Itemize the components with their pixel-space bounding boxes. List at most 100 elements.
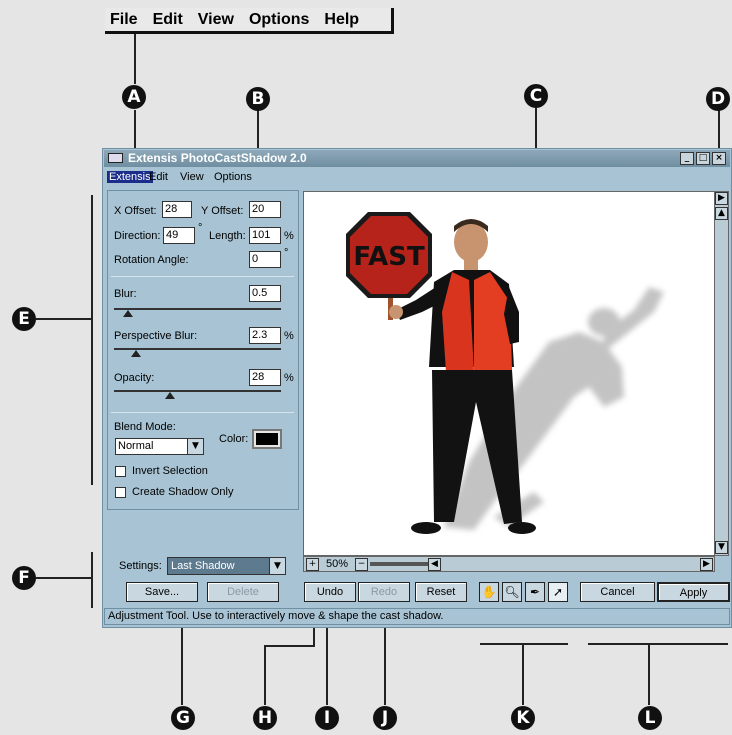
vertical-scrollbar[interactable]: ▶ ▲ ▼ [714,191,729,556]
menu-view[interactable]: View [198,11,234,29]
chevron-down-icon[interactable]: ▼ [187,438,204,455]
hand-icon[interactable]: ✋ [479,582,499,602]
invert-selection-checkbox[interactable] [115,466,126,477]
leader-line [264,645,314,647]
degree-unit: ° [198,222,203,234]
window-menubar: Extensis Edit View Options [104,170,730,187]
minimize-button[interactable]: _ [680,152,694,165]
blur-slider-track[interactable] [114,308,281,310]
leader-line [588,643,728,645]
leader-line [264,645,266,705]
degree-unit: ° [284,247,289,259]
x-offset-label: X Offset: [114,205,157,217]
callout-d: D [706,87,730,111]
scroll-right-icon[interactable]: ▶ [715,192,728,205]
opacity-field[interactable]: 28 [249,369,281,386]
adjust-arrow-icon[interactable]: ➚ [548,582,568,602]
scroll-down-icon[interactable]: ▼ [715,541,728,554]
menu-help[interactable]: Help [324,11,359,29]
percent-unit: % [284,372,294,384]
save-button[interactable]: Save... [126,582,198,602]
leader-line [36,577,92,579]
zoom-out-button[interactable]: − [355,558,368,571]
menu-view-app[interactable]: View [180,171,204,183]
eyedropper-icon[interactable]: ✒ [525,582,545,602]
zoom-level: 50% [326,558,349,570]
direction-label: Direction: [114,230,161,242]
callout-k: K [511,706,535,730]
blend-mode-select[interactable]: Normal [115,438,188,455]
percent-unit: % [284,330,294,342]
menu-options[interactable]: Options [249,11,309,29]
length-label: Length: [209,230,246,242]
undo-button[interactable]: Undo [304,582,356,602]
shadow-color-swatch[interactable] [252,429,282,449]
apply-button[interactable]: Apply [657,582,730,602]
delete-button[interactable]: Delete [207,582,279,602]
callout-e: E [12,307,36,331]
menu-file[interactable]: File [110,11,138,29]
menu-extensis[interactable]: Extensis [107,171,153,183]
callout-g: G [171,706,195,730]
callout-h: H [253,706,277,730]
callout-a: A [122,85,146,109]
status-bar: Adjustment Tool. Use to interactively mo… [104,608,730,625]
leader-line [91,552,93,608]
app-icon [108,153,123,163]
rotation-field[interactable]: 0 [249,251,281,268]
callout-c: C [524,84,548,108]
leader-line [91,195,93,485]
zoom-in-button[interactable]: + [306,558,319,571]
top-menubar: File Edit View Options Help [105,8,394,34]
zoom-slider[interactable] [370,562,428,566]
callout-b: B [246,87,270,111]
horizontal-scrollbar[interactable]: + 50% − ◀ ▶ [303,556,715,572]
scroll-up-icon[interactable]: ▲ [715,207,728,220]
rotation-label: Rotation Angle: [114,254,189,266]
callout-j: J [373,706,397,730]
menu-options-app[interactable]: Options [214,171,252,183]
window-titlebar[interactable]: Extensis PhotoCastShadow 2.0 _ □ × [104,150,730,167]
blur-slider-thumb[interactable] [123,310,133,317]
window-title: Extensis PhotoCastShadow 2.0 [128,151,307,165]
reset-button[interactable]: Reset [415,582,467,602]
leader-line [648,643,650,705]
direction-field[interactable]: 49 [163,227,195,244]
chevron-down-icon[interactable]: ▼ [269,557,286,575]
callout-f: F [12,566,36,590]
leader-line [480,643,568,645]
perspective-blur-label: Perspective Blur: [114,330,198,342]
menu-edit-app[interactable]: Edit [149,171,168,183]
divider [111,276,294,277]
perspective-blur-slider-thumb[interactable] [131,350,141,357]
scroll-left-icon[interactable]: ◀ [428,558,441,571]
settings-label: Settings: [119,560,162,572]
opacity-slider-track[interactable] [114,390,281,392]
blend-mode-label: Blend Mode: [114,421,176,433]
leader-line [181,625,183,705]
sign-text: FAST [353,242,425,272]
invert-selection-label: Invert Selection [132,465,208,477]
y-offset-label: Y Offset: [201,205,244,217]
redo-button[interactable]: Redo [358,582,410,602]
callout-l: L [638,706,662,730]
x-offset-field[interactable]: 28 [162,201,192,218]
create-shadow-only-checkbox[interactable] [115,487,126,498]
cancel-button[interactable]: Cancel [580,582,655,602]
blur-label: Blur: [114,288,137,300]
y-offset-field[interactable]: 20 [249,201,281,218]
settings-select[interactable]: Last Shadow [167,557,270,575]
length-field[interactable]: 101 [249,227,281,244]
scroll-right-icon[interactable]: ▶ [700,558,713,571]
zoom-icon[interactable]: 🔍︎ [502,582,522,602]
leader-line [522,643,524,705]
blur-field[interactable]: 0.5 [249,285,281,302]
create-shadow-only-label: Create Shadow Only [132,486,234,498]
perspective-blur-field[interactable]: 2.3 [249,327,281,344]
leader-line [134,34,136,84]
maximize-button[interactable]: □ [696,152,710,165]
close-button[interactable]: × [712,152,726,165]
opacity-slider-thumb[interactable] [165,392,175,399]
preview-canvas[interactable]: FAST [303,191,715,556]
menu-edit[interactable]: Edit [153,11,183,29]
